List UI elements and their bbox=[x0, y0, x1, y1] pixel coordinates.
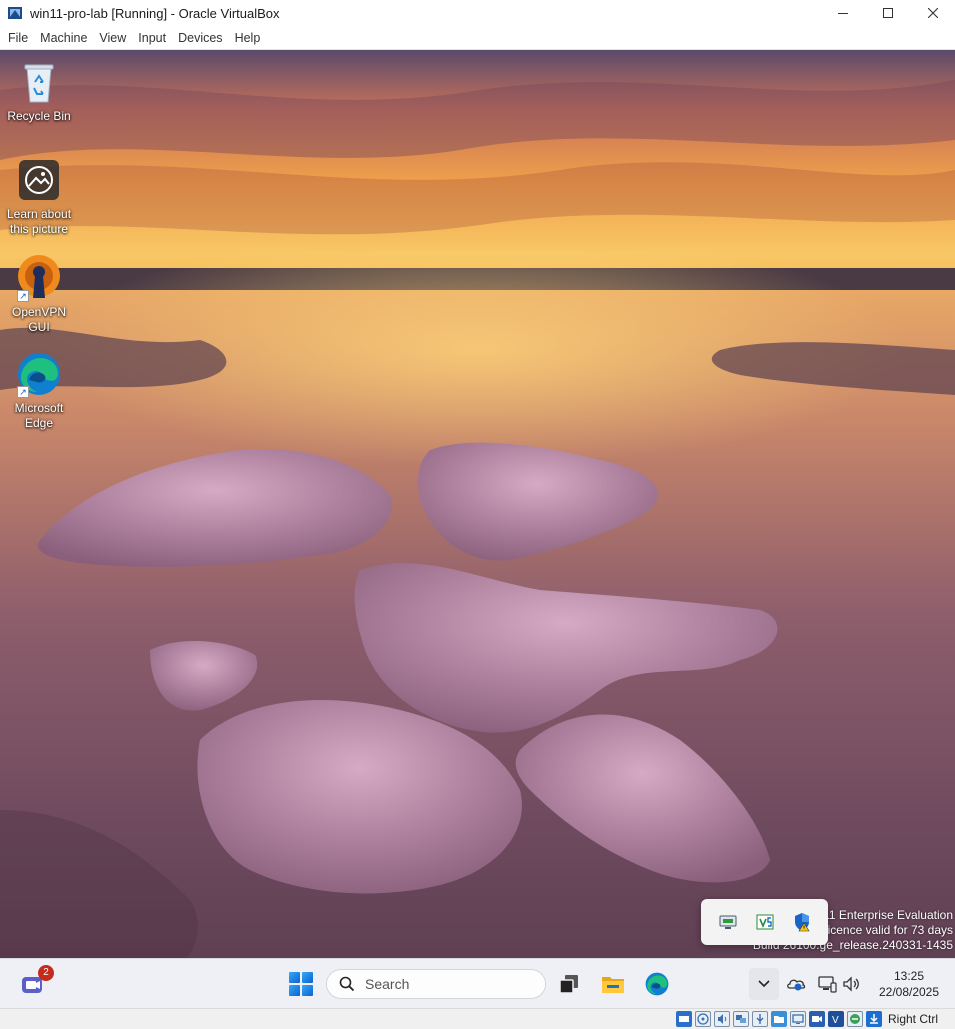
maximize-button[interactable] bbox=[865, 0, 910, 26]
audio-icon[interactable] bbox=[714, 1011, 730, 1027]
desktop-icon-label: Learn about this picture bbox=[6, 207, 72, 236]
menu-input[interactable]: Input bbox=[132, 26, 172, 50]
menu-machine[interactable]: Machine bbox=[34, 26, 93, 50]
desktop-icon-label: Recycle Bin bbox=[7, 109, 71, 123]
menu-help[interactable]: Help bbox=[229, 26, 267, 50]
minimize-button[interactable] bbox=[820, 0, 865, 26]
mouse-integration-icon[interactable] bbox=[847, 1011, 863, 1027]
taskbar-search-box[interactable]: Search bbox=[326, 969, 546, 999]
task-view-icon bbox=[559, 975, 578, 994]
optical-drive-icon[interactable] bbox=[695, 1011, 711, 1027]
teams-chat-button[interactable]: 2 bbox=[18, 965, 54, 999]
clock-time: 13:25 bbox=[893, 969, 925, 983]
file-explorer-button[interactable] bbox=[600, 971, 626, 997]
desktop-icon-microsoft-edge[interactable]: ↗ Microsoft Edge bbox=[0, 350, 78, 431]
shortcut-arrow-icon: ↗ bbox=[17, 290, 29, 302]
learn-picture-icon bbox=[15, 156, 63, 204]
windows-security-warning-icon[interactable] bbox=[791, 911, 813, 933]
usb-icon[interactable] bbox=[752, 1011, 768, 1027]
search-placeholder: Search bbox=[365, 976, 410, 992]
chevron-down-icon bbox=[758, 980, 770, 988]
desktop-icon-recycle-bin[interactable]: Recycle Bin bbox=[0, 58, 78, 124]
network-adapter-icon[interactable] bbox=[733, 1011, 749, 1027]
file-explorer-icon bbox=[602, 977, 624, 993]
shared-folders-icon[interactable] bbox=[771, 1011, 787, 1027]
tray-overflow-flyout bbox=[701, 899, 828, 945]
recycle-bin-icon bbox=[15, 58, 63, 106]
video-capture-icon[interactable] bbox=[809, 1011, 825, 1027]
display-icon[interactable] bbox=[790, 1011, 806, 1027]
desktop-icon-openvpn[interactable]: ↗ OpenVPN GUI bbox=[0, 254, 78, 335]
menu-devices[interactable]: Devices bbox=[172, 26, 228, 50]
hard-disk-icon[interactable] bbox=[676, 1011, 692, 1027]
download-icon[interactable] bbox=[866, 1011, 882, 1027]
show-hidden-icons-button[interactable] bbox=[749, 968, 779, 1000]
desktop-icon-label: Microsoft Edge bbox=[14, 401, 64, 430]
edge-icon: ↗ bbox=[15, 350, 63, 398]
window-titlebar: win11-pro-lab [Running] - Oracle Virtual… bbox=[0, 0, 955, 26]
clock-date: 22/08/2025 bbox=[878, 985, 940, 999]
svg-text:V: V bbox=[832, 1015, 839, 1025]
close-button[interactable] bbox=[910, 0, 955, 26]
desktop-icon-learn-about-picture[interactable]: Learn about this picture bbox=[0, 156, 78, 237]
visual-studio-icon[interactable] bbox=[754, 911, 776, 933]
virtualbox-icon bbox=[7, 5, 23, 21]
volume-icon[interactable] bbox=[842, 974, 862, 994]
start-button[interactable] bbox=[289, 972, 313, 996]
desktop-wallpaper bbox=[0, 50, 955, 1008]
search-icon bbox=[339, 976, 355, 992]
edge-icon bbox=[645, 972, 669, 996]
virtualbox-statusbar: V Right Ctrl bbox=[0, 1008, 955, 1029]
cpu-icon[interactable]: V bbox=[828, 1011, 844, 1027]
network-icon[interactable] bbox=[817, 974, 837, 994]
taskbar: 2 Search 13:25 22/08/2025 bbox=[0, 958, 955, 1008]
window-title: win11-pro-lab [Running] - Oracle Virtual… bbox=[30, 5, 280, 21]
system-clock[interactable]: 13:25 22/08/2025 bbox=[866, 968, 952, 1000]
guest-screen[interactable]: Recycle Bin Learn about this picture ↗ O… bbox=[0, 50, 955, 1008]
desktop-icon-label: OpenVPN GUI bbox=[11, 305, 67, 334]
network-monitor-icon[interactable] bbox=[717, 911, 739, 933]
edge-taskbar-button[interactable] bbox=[644, 971, 670, 997]
onedrive-icon[interactable] bbox=[786, 974, 806, 994]
openvpn-icon: ↗ bbox=[15, 254, 63, 302]
shortcut-arrow-icon: ↗ bbox=[17, 386, 29, 398]
host-key-label[interactable]: Right Ctrl bbox=[888, 1012, 938, 1026]
notification-badge: 2 bbox=[38, 965, 54, 981]
menu-file[interactable]: File bbox=[2, 26, 34, 50]
task-view-button[interactable] bbox=[556, 971, 582, 997]
menubar: File Machine View Input Devices Help bbox=[0, 26, 955, 50]
menu-view[interactable]: View bbox=[93, 26, 132, 50]
